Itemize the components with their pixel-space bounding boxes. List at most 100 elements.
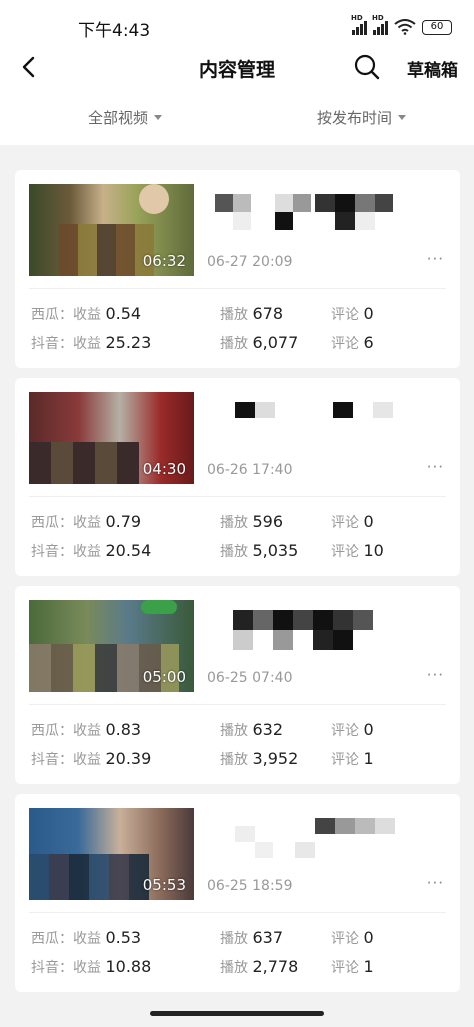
revenue-label: 收益 (73, 515, 101, 531)
wifi-icon (394, 19, 416, 35)
more-options-icon[interactable]: ··· (427, 874, 444, 892)
platform-label: 西瓜： (31, 723, 73, 739)
status-icons: HD HD 60 (351, 14, 452, 36)
comments-value: 0 (363, 304, 374, 323)
video-title-redacted (215, 194, 393, 230)
publish-date: 06-27 20:09 (207, 254, 293, 270)
video-duration: 05:53 (142, 876, 186, 894)
revenue-value: 20.39 (105, 749, 152, 768)
video-duration: 04:30 (142, 460, 186, 478)
comments-value: 0 (363, 928, 374, 947)
comments-label: 评论 (331, 931, 359, 947)
status-bar: 下午4:43 HD HD 60 (0, 0, 474, 48)
publish-date: 06-26 17:40 (207, 462, 293, 478)
xigua-stats-row: 西瓜：收益 0.54 播放 678 评论 0 (15, 304, 460, 328)
video-card[interactable]: 05:53 06-25 18:59 ··· 西瓜：收益 0.53 播放 637 … (15, 794, 460, 992)
sort-by-publish-time-dropdown[interactable]: 按发布时间 (317, 107, 407, 128)
plays-label: 播放 (220, 515, 248, 531)
caret-down-icon (398, 115, 407, 120)
plays-label: 播放 (220, 336, 248, 352)
comments-label: 评论 (331, 307, 359, 323)
video-thumbnail[interactable]: 05:00 (29, 600, 194, 692)
revenue-value: 0.54 (105, 304, 142, 323)
plays-label: 播放 (220, 752, 248, 768)
xigua-stats-row: 西瓜：收益 0.83 播放 632 评论 0 (15, 720, 460, 744)
comments-value: 1 (363, 957, 374, 976)
divider (29, 496, 446, 497)
video-card[interactable]: 06:32 06-27 20:09 ··· 西瓜：收益 0.54 播放 678 … (15, 170, 460, 368)
comments-label: 评论 (331, 515, 359, 531)
publish-date: 06-25 07:40 (207, 670, 293, 686)
platform-label: 抖音： (31, 336, 73, 352)
plays-value: 3,952 (252, 749, 299, 768)
video-title-redacted (235, 402, 393, 418)
video-duration: 05:00 (142, 668, 186, 686)
comments-value: 0 (363, 512, 374, 531)
douyin-stats-row: 抖音：收益 20.39 播放 3,952 评论 1 (15, 749, 460, 773)
revenue-label: 收益 (73, 307, 101, 323)
drafts-button[interactable]: 草稿箱 (407, 56, 458, 81)
plays-label: 播放 (220, 307, 248, 323)
comments-label: 评论 (331, 723, 359, 739)
status-time: 下午4:43 (78, 21, 151, 41)
video-title-redacted (233, 610, 373, 650)
plays-value: 2,778 (252, 957, 299, 976)
cellular-signal-icon: HD (351, 14, 367, 35)
comments-label: 评论 (331, 336, 359, 352)
comments-value: 10 (363, 541, 384, 560)
more-options-icon[interactable]: ··· (427, 458, 444, 476)
battery-icon: 60 (422, 19, 452, 35)
divider (29, 288, 446, 289)
app-header: 下午4:43 HD HD 60 内容管理 草稿箱 全部视频 按发布时间 (0, 0, 474, 145)
comments-value: 0 (363, 720, 374, 739)
video-thumbnail[interactable]: 05:53 (29, 808, 194, 900)
page-title: 内容管理 (198, 59, 275, 81)
platform-label: 西瓜： (31, 307, 73, 323)
platform-label: 抖音： (31, 752, 73, 768)
plays-value: 6,077 (252, 333, 299, 352)
xigua-stats-row: 西瓜：收益 0.53 播放 637 评论 0 (15, 928, 460, 952)
comments-label: 评论 (331, 544, 359, 560)
more-options-icon[interactable]: ··· (427, 666, 444, 684)
douyin-stats-row: 抖音：收益 20.54 播放 5,035 评论 10 (15, 541, 460, 565)
revenue-label: 收益 (73, 544, 101, 560)
video-duration: 06:32 (142, 252, 186, 270)
revenue-label: 收益 (73, 723, 101, 739)
douyin-stats-row: 抖音：收益 25.23 播放 6,077 评论 6 (15, 333, 460, 357)
revenue-value: 0.83 (105, 720, 142, 739)
plays-value: 678 (252, 304, 283, 323)
plays-label: 播放 (220, 960, 248, 976)
cellular-signal-icon-2: HD (372, 14, 388, 35)
plays-value: 5,035 (252, 541, 299, 560)
platform-label: 抖音： (31, 960, 73, 976)
platform-label: 抖音： (31, 544, 73, 560)
plays-value: 596 (252, 512, 283, 531)
plays-value: 637 (252, 928, 283, 947)
xigua-stats-row: 西瓜：收益 0.79 播放 596 评论 0 (15, 512, 460, 536)
search-icon[interactable] (352, 52, 382, 82)
revenue-value: 0.53 (105, 928, 142, 947)
divider (29, 912, 446, 913)
video-card[interactable]: 05:00 06-25 07:40 ··· 西瓜：收益 0.83 播放 632 … (15, 586, 460, 784)
video-card[interactable]: 04:30 06-26 17:40 ··· 西瓜：收益 0.79 播放 596 … (15, 378, 460, 576)
divider (29, 704, 446, 705)
revenue-value: 10.88 (105, 957, 152, 976)
plays-label: 播放 (220, 723, 248, 739)
revenue-value: 0.79 (105, 512, 142, 531)
filter-all-videos-dropdown[interactable]: 全部视频 (88, 107, 163, 128)
revenue-value: 25.23 (105, 333, 152, 352)
comments-value: 1 (363, 749, 374, 768)
home-indicator[interactable] (150, 1011, 324, 1016)
plays-label: 播放 (220, 544, 248, 560)
plays-value: 632 (252, 720, 283, 739)
video-thumbnail[interactable]: 06:32 (29, 184, 194, 276)
revenue-label: 收益 (73, 931, 101, 947)
platform-label: 西瓜： (31, 931, 73, 947)
comments-value: 6 (363, 333, 374, 352)
filter-all-videos-label: 全部视频 (88, 109, 149, 127)
plays-label: 播放 (220, 931, 248, 947)
video-thumbnail[interactable]: 04:30 (29, 392, 194, 484)
revenue-value: 20.54 (105, 541, 152, 560)
more-options-icon[interactable]: ··· (427, 250, 444, 268)
nav-bar: 内容管理 草稿箱 (0, 48, 474, 88)
